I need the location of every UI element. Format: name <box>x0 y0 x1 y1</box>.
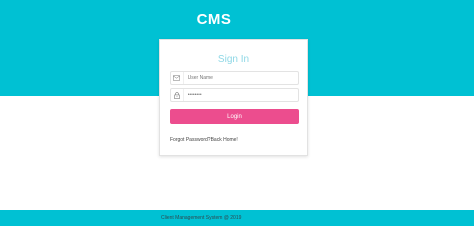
sign-in-title: Sign In <box>217 54 250 65</box>
footer-copyright: Client Management System @ 2019 <box>161 215 242 221</box>
forgot-password-link[interactable]: Forgot Password? <box>170 137 211 143</box>
password-field[interactable] <box>170 88 299 102</box>
password-input[interactable] <box>183 89 298 101</box>
username-input[interactable] <box>183 72 298 84</box>
auth-links: Forgot Password?Back Home! <box>170 137 238 143</box>
back-home-link[interactable]: Back Home! <box>211 137 238 143</box>
envelope-icon <box>171 72 184 84</box>
username-field[interactable] <box>170 71 299 85</box>
brand-title: CMS <box>196 11 232 28</box>
login-button[interactable]: Login <box>170 109 299 124</box>
login-card: Sign In Login Forgot Password?Back Home! <box>159 39 308 156</box>
lock-icon <box>171 89 184 101</box>
footer-band: Client Management System @ 2019 <box>0 210 474 226</box>
